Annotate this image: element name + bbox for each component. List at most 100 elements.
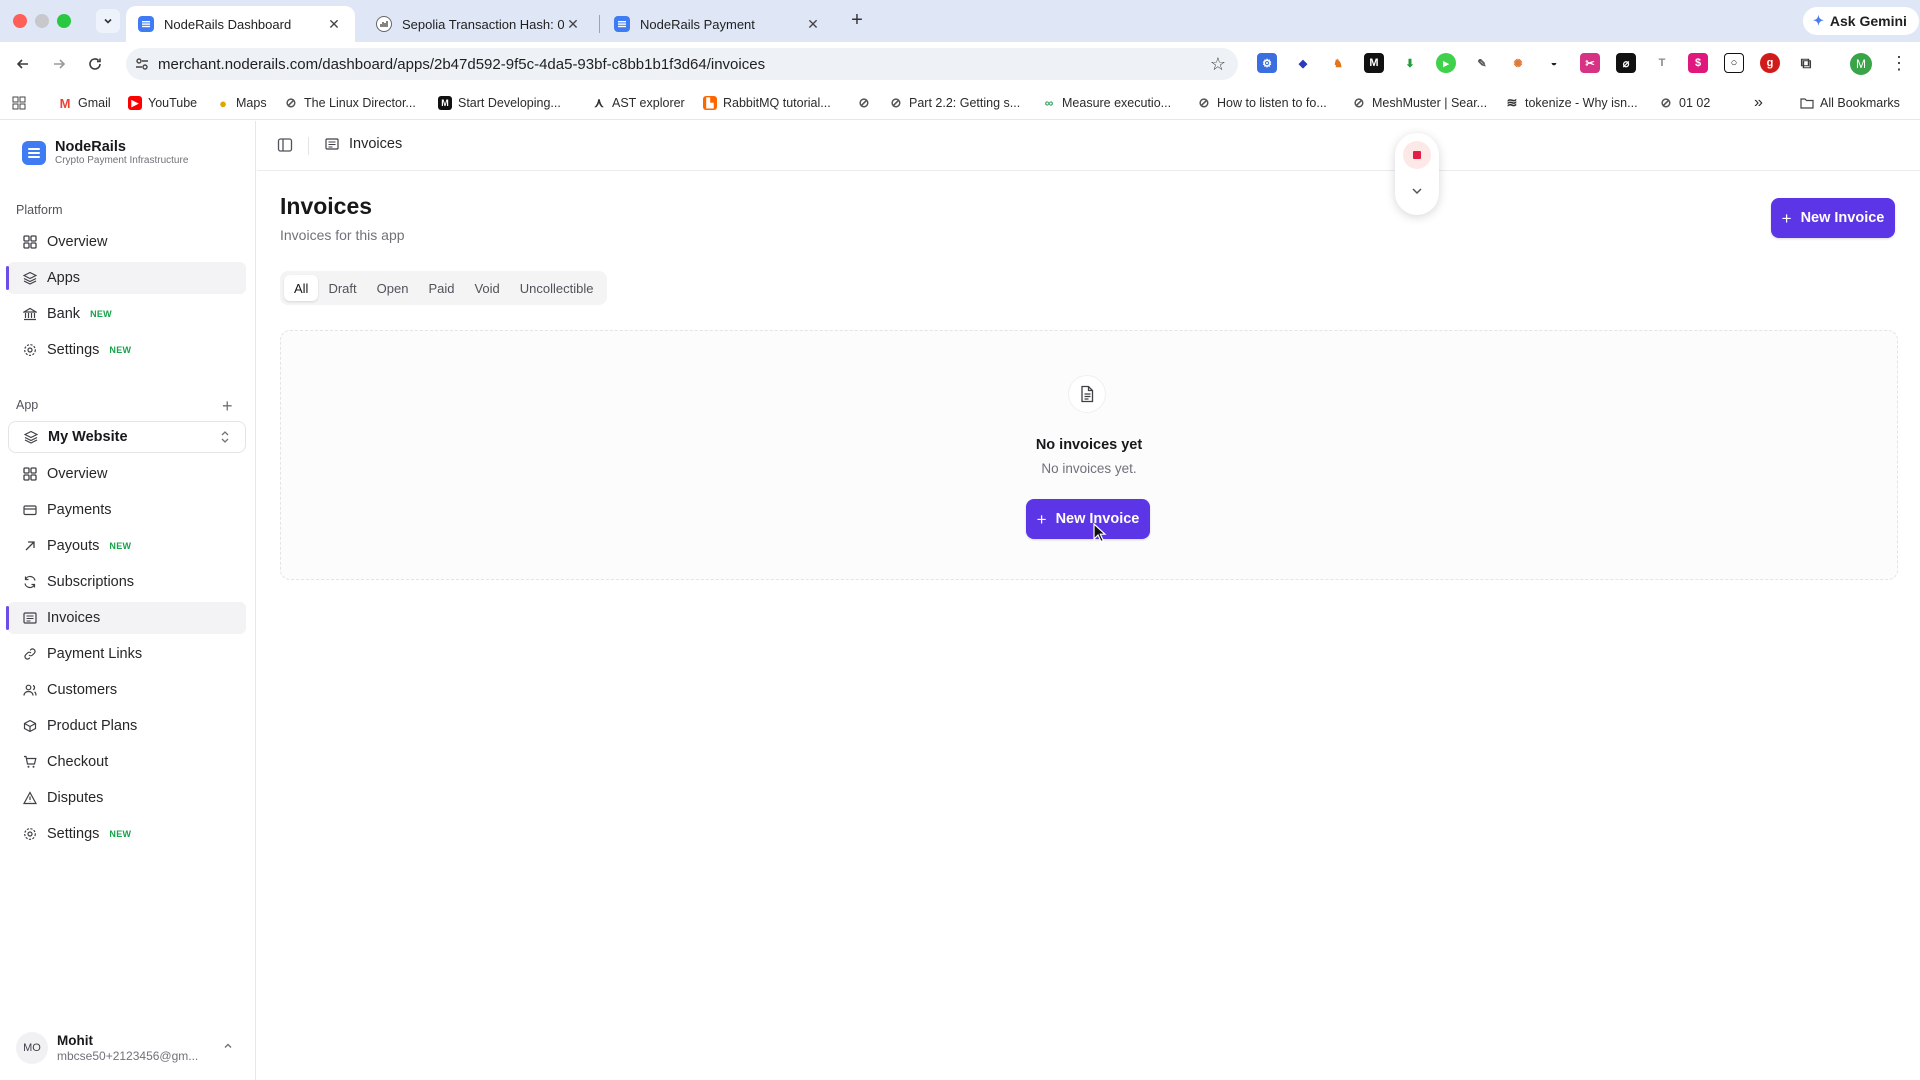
brand[interactable]: NodeRails Crypto Payment Infrastructure [22, 139, 188, 167]
app-selector[interactable]: My Website [8, 421, 246, 453]
bookmark-youtube[interactable]: ▶ YouTube [128, 94, 197, 112]
medium-icon[interactable]: M [1364, 53, 1384, 73]
sidebar-item-app-settings[interactable]: Settings NEW [8, 818, 246, 850]
sidebar-item-payment-links[interactable]: Payment Links [8, 638, 246, 670]
sidebar-item-app-overview[interactable]: Overview [8, 458, 246, 490]
extension-7-icon[interactable]: ✎ [1472, 53, 1492, 73]
close-window-button[interactable] [13, 14, 27, 28]
extension-9-icon[interactable]: ◒ [1544, 53, 1564, 73]
tab-paid[interactable]: Paid [418, 275, 464, 301]
bookmark-label: How to listen to fo... [1217, 96, 1327, 110]
add-app-button[interactable]: + [222, 397, 233, 415]
extension-11-icon[interactable]: ⌀ [1616, 53, 1636, 73]
back-button[interactable] [11, 52, 35, 76]
bookmark-globe[interactable]: ⊘ [857, 94, 877, 112]
ask-gemini-button[interactable]: ✦ Ask Gemini [1803, 7, 1919, 35]
bank-icon [22, 306, 38, 322]
sidebar-item-product-plans[interactable]: Product Plans [8, 710, 246, 742]
list-icon [325, 138, 339, 150]
extension-10-icon[interactable]: ✂ [1580, 53, 1600, 73]
sidebar-item-checkout[interactable]: Checkout [8, 746, 246, 778]
extension-12-icon[interactable]: T [1652, 53, 1672, 73]
bookmark-ast-explorer[interactable]: ⋏ AST explorer [592, 94, 684, 112]
bookmark-01-02[interactable]: ⊘ 01 02 [1659, 94, 1711, 112]
sidebar-item-apps[interactable]: Apps [6, 262, 246, 294]
bookmark-start-developing[interactable]: M Start Developing... [438, 94, 561, 112]
tab-all[interactable]: All [284, 275, 319, 301]
site-settings-icon[interactable] [134, 56, 150, 72]
sidebar-item-invoices[interactable]: Invoices [6, 602, 246, 634]
bookmark-tokenize[interactable]: ≋ tokenize - Why isn... [1505, 94, 1638, 112]
new-invoice-button[interactable]: + New Invoice [1771, 198, 1895, 238]
close-tab-icon[interactable]: ✕ [804, 16, 822, 33]
bookmark-part-2-2[interactable]: ⊘ Part 2.2: Getting s... [889, 94, 1021, 112]
tab-draft[interactable]: Draft [318, 275, 366, 301]
layers-icon [22, 270, 38, 286]
medium-icon: M [438, 96, 452, 110]
reload-button[interactable] [83, 52, 107, 76]
bookmark-linux-directory[interactable]: ⊘ The Linux Director... [284, 94, 416, 112]
new-tab-button[interactable]: + [845, 9, 869, 33]
new-badge: NEW [109, 541, 132, 551]
sidebar-item-bank[interactable]: Bank NEW [8, 298, 246, 330]
document-icon [1068, 375, 1106, 413]
bookmark-maps[interactable]: ● Maps [216, 94, 267, 112]
profile-avatar[interactable]: M [1850, 53, 1872, 75]
close-tab-icon[interactable]: ✕ [325, 16, 343, 33]
all-bookmarks-button[interactable]: All Bookmarks [1800, 94, 1900, 112]
sidebar-item-label: Checkout [47, 754, 109, 770]
stop-recording-button[interactable] [1403, 141, 1431, 169]
sidebar-item-subscriptions[interactable]: Subscriptions [8, 566, 246, 598]
folder-icon [1800, 96, 1814, 110]
sidebar-item-payments[interactable]: Payments [8, 494, 246, 526]
metamask-icon[interactable]: ♞ [1328, 53, 1348, 73]
extension-1-icon[interactable]: ⚙ [1257, 53, 1277, 73]
bookmark-label: YouTube [148, 96, 198, 110]
user-email: mbcse50+2123456@gm... [57, 1049, 199, 1063]
user-menu[interactable]: MO Mohit mbcse50+2123456@gm... [16, 1030, 242, 1066]
maximize-window-button[interactable] [57, 14, 71, 28]
address-bar[interactable]: merchant.noderails.com/dashboard/apps/2b… [126, 48, 1238, 80]
sidebar-item-platform-overview[interactable]: Overview [8, 226, 246, 258]
sidebar-item-label: Bank [47, 306, 81, 322]
bookmark-measure-execution[interactable]: ∞ Measure executio... [1042, 94, 1171, 112]
tab-void[interactable]: Void [464, 275, 509, 301]
bookmark-meshmuster[interactable]: ⊘ MeshMuster | Sear... [1352, 94, 1488, 112]
extension-6-icon[interactable]: ▸ [1436, 53, 1456, 73]
extensions-puzzle-icon[interactable]: ⧉ [1796, 53, 1816, 73]
browser-tab-noderails-payment[interactable]: NodeRails Payment ✕ [602, 6, 834, 42]
bookmark-rabbitmq[interactable]: ▙ RabbitMQ tutorial... [703, 94, 831, 112]
browser-menu-icon[interactable]: ⋮ [1890, 52, 1908, 74]
bookmark-gmail[interactable]: M Gmail [58, 94, 111, 112]
tab-search-button[interactable] [96, 9, 120, 33]
apps-grid-icon[interactable] [12, 94, 26, 112]
bookmark-how-to-listen[interactable]: ⊘ How to listen to fo... [1197, 94, 1327, 112]
extension-13-icon[interactable]: $ [1688, 53, 1708, 73]
sidebar-toggle-icon[interactable] [277, 137, 293, 153]
sidebar-item-disputes[interactable]: Disputes [8, 782, 246, 814]
extension-2-icon[interactable]: ◆ [1293, 53, 1313, 73]
tab-open[interactable]: Open [367, 275, 419, 301]
tab-uncollectible[interactable]: Uncollectible [510, 275, 604, 301]
arrow-up-right-icon [22, 538, 38, 554]
close-tab-icon[interactable]: ✕ [564, 16, 582, 33]
chevron-down-icon[interactable] [1410, 184, 1424, 198]
sidebar: NodeRails Crypto Payment Infrastructure … [0, 121, 256, 1080]
tab-title: NodeRails Dashboard [164, 16, 292, 32]
bookmark-star-icon[interactable]: ☆ [1210, 54, 1226, 75]
extension-15-icon[interactable]: g [1760, 53, 1780, 73]
empty-state-new-invoice-button[interactable]: + New Invoice [1026, 499, 1150, 539]
browser-tab-sepolia[interactable]: Sepolia Transaction Hash: 0x2 ✕ [364, 6, 594, 42]
extension-14-icon[interactable]: ○ [1724, 53, 1744, 73]
browser-tab-noderails-dashboard[interactable]: NodeRails Dashboard ✕ [126, 6, 355, 42]
minimize-window-button[interactable] [35, 14, 49, 28]
forward-button[interactable] [47, 52, 71, 76]
download-extension-icon[interactable]: ⬇ [1400, 53, 1420, 73]
sidebar-item-platform-settings[interactable]: Settings NEW [8, 334, 246, 366]
page-subtitle: Invoices for this app [280, 227, 405, 243]
globe-icon: ⊘ [285, 95, 297, 110]
bookmarks-overflow-button[interactable]: » [1754, 94, 1763, 112]
sidebar-item-payouts[interactable]: Payouts NEW [8, 530, 246, 562]
extension-8-icon[interactable]: ✺ [1508, 53, 1528, 73]
sidebar-item-customers[interactable]: Customers [8, 674, 246, 706]
